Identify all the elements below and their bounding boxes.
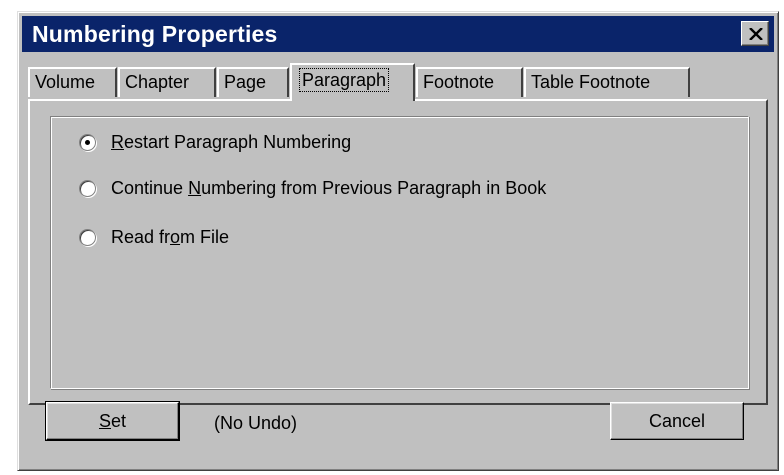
tab-footnote[interactable]: Footnote (416, 67, 523, 97)
tab-table-footnote-label: Table Footnote (531, 72, 651, 92)
close-button[interactable] (741, 21, 769, 46)
close-icon (749, 28, 763, 40)
tab-volume[interactable]: Volume (28, 67, 117, 97)
title-bar: Numbering Properties (22, 16, 774, 52)
tab-panel: Restart Paragraph Numbering Continue Num… (28, 99, 768, 405)
tab-table-footnote[interactable]: Table Footnote (524, 67, 690, 97)
tab-page-label: Page (224, 72, 267, 92)
restart-numbering-option[interactable]: Restart Paragraph Numbering (79, 129, 351, 155)
options-group: Restart Paragraph Numbering Continue Num… (50, 116, 749, 389)
continue-label: Continue Numbering from Previous Paragra… (111, 177, 547, 198)
tab-page[interactable]: Page (217, 67, 289, 97)
continue-radio[interactable] (79, 179, 96, 197)
set-button-label: Set (98, 410, 127, 431)
cancel-button[interactable]: Cancel (610, 402, 744, 440)
set-button[interactable]: Set (45, 401, 180, 441)
read-from-file-option[interactable]: Read from File (79, 224, 229, 250)
read-label: Read from File (111, 226, 230, 247)
continue-numbering-option[interactable]: Continue Numbering from Previous Paragra… (79, 175, 546, 201)
numbering-properties-dialog: Numbering Properties Volume Chapter Page… (17, 11, 779, 471)
read-radio[interactable] (79, 228, 96, 246)
tab-chapter-label: Chapter (125, 72, 190, 92)
restart-radio[interactable] (79, 133, 96, 151)
restart-label: Restart Paragraph Numbering (111, 131, 352, 152)
tab-volume-label: Volume (35, 72, 96, 92)
window-title: Numbering Properties (32, 21, 278, 47)
tab-paragraph-label: Paragraph (298, 68, 390, 92)
no-undo-note: (No Undo) (214, 413, 298, 433)
tab-footnote-label: Footnote (423, 72, 495, 92)
tab-paragraph[interactable]: Paragraph (290, 63, 415, 101)
tab-chapter[interactable]: Chapter (118, 67, 216, 97)
